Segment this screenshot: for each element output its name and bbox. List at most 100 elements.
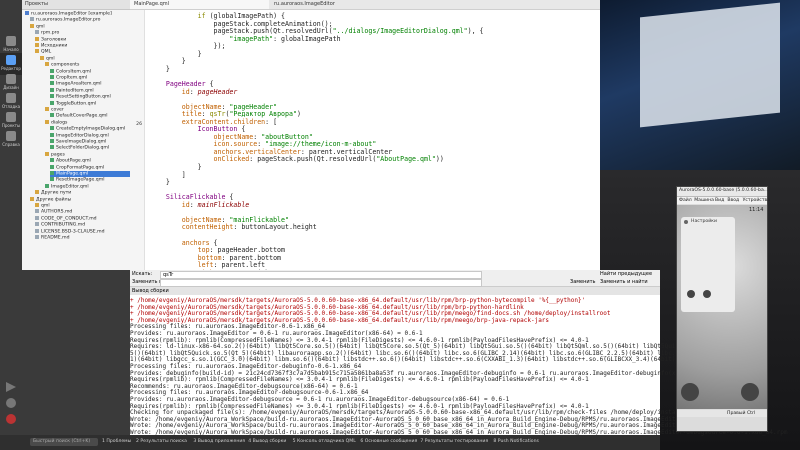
output-tab[interactable]: 8 Push Notifications: [493, 439, 539, 444]
tree-item[interactable]: CreateEmptyImageDialog.qml: [50, 126, 130, 132]
tree-item[interactable]: qml: [35, 203, 130, 209]
stop-icon[interactable]: [6, 414, 16, 424]
gear-icon[interactable]: [703, 290, 711, 298]
code-token: "../dialogs/ImageEditorDialog.qml": [332, 27, 468, 36]
code-token: :: [189, 87, 198, 96]
tree-item[interactable]: ToggleButton.qml: [50, 100, 130, 107]
emulator-menu-item[interactable]: Устройства: [743, 198, 770, 203]
tree-item-label: CreateEmptyImageDialog.qml: [56, 126, 126, 132]
bluetooth-icon[interactable]: [687, 290, 695, 298]
tree-item[interactable]: pages: [45, 151, 130, 158]
tree-item-label: ColorsItem.qml: [56, 69, 91, 75]
find-input[interactable]: qsTr: [160, 271, 482, 279]
tree-item[interactable]: LICENSE.BSD-3-CLAUSE.md: [35, 228, 130, 235]
emulator-window[interactable]: AuroraOS-5.0.0.60-base (5.0.0.60-ba... Ф…: [676, 186, 770, 432]
replace-input[interactable]: [160, 279, 482, 287]
device-screen[interactable]: 11:14 Настройки: [677, 205, 767, 409]
run-icon[interactable]: [6, 382, 16, 392]
tree-item[interactable]: Другие пути: [35, 190, 130, 196]
code-token: }: [150, 178, 170, 187]
debug-run-icon[interactable]: [6, 398, 16, 408]
tree-item-label: CropFormatPage.qml: [56, 165, 105, 171]
tree-item[interactable]: ColorsItem.qml: [50, 68, 130, 75]
emulator-titlebar: AuroraOS-5.0.0.60-base (5.0.0.60-ba...: [677, 187, 768, 197]
tree-item[interactable]: CONTRIBUTING.md: [35, 222, 130, 228]
output-tab[interactable]: 2 Результаты поиска: [136, 439, 187, 444]
file-icon: [35, 30, 39, 35]
tree-item[interactable]: ResetSettingButton.qml: [50, 94, 130, 100]
code-editor[interactable]: MainPage.qml ru.auroraos.ImageEditor 26 …: [130, 0, 600, 277]
folder-icon: [45, 107, 49, 111]
project-icon: [25, 11, 29, 15]
tree-item[interactable]: ResetImagePage.qml: [50, 177, 130, 183]
output-tab[interactable]: 3 Вывод приложения: [193, 439, 245, 444]
tree-item[interactable]: ru.auroraos.ImageEditor.pro: [30, 17, 130, 23]
emulator-menu-item[interactable]: Файл: [679, 198, 692, 203]
output-tab[interactable]: 5 Консоль отладчика QML: [293, 439, 356, 444]
tab-project[interactable]: ru.auroraos.ImageEditor: [270, 0, 424, 9]
qml-icon: [50, 75, 54, 79]
tree-item[interactable]: ImageEditor.qml: [45, 183, 130, 190]
tree-item[interactable]: PaintedItem.qml: [50, 87, 130, 94]
tree-item[interactable]: README.md: [35, 235, 130, 241]
code-token: : globalImagePath: [273, 34, 341, 43]
mode-help[interactable]: Справка: [0, 129, 22, 151]
output-tab[interactable]: 1 Проблемы: [102, 439, 131, 444]
tree-item-label: components: [51, 62, 80, 68]
tab-mainpage[interactable]: MainPage.qml: [130, 0, 269, 9]
tree-item[interactable]: components: [45, 62, 130, 68]
tree-item[interactable]: SaveImageDialog.qml: [50, 139, 130, 145]
output-tab[interactable]: 6 Основные сообщения: [360, 439, 417, 444]
mode-label: Отладка: [1, 104, 21, 109]
emulator-menu-item[interactable]: Вид: [715, 198, 724, 203]
find-previous-button[interactable]: Найти предыдущее: [600, 271, 652, 277]
tree-item[interactable]: AboutPage.qml: [50, 158, 130, 164]
host-key-label: Правый Ctrl: [727, 411, 756, 416]
tree-item[interactable]: qml: [40, 55, 130, 62]
tree-item[interactable]: rpm.pro: [35, 30, 130, 36]
output-tab[interactable]: 7 Результаты тестирования: [420, 439, 488, 444]
tree-item[interactable]: ImageAreaItem.qml: [50, 81, 130, 87]
code-token: mainFlickable: [197, 200, 250, 209]
tree-item[interactable]: dialogs: [45, 119, 130, 126]
tree-item[interactable]: qml: [30, 23, 130, 30]
quick-search-input[interactable]: Быстрый поиск (Ctrl+K): [30, 438, 98, 446]
tree-item[interactable]: DefaultCoverPage.qml: [50, 113, 130, 119]
qml-icon: [50, 68, 54, 73]
tree-item[interactable]: QML: [35, 49, 130, 55]
qml-icon: [50, 158, 54, 163]
tree-item-label: Другие пути: [41, 190, 72, 196]
tree-item-label: AboutPage.qml: [56, 158, 91, 164]
tree-item[interactable]: Заголовки: [35, 36, 130, 43]
emulator-menu-item[interactable]: Машина: [694, 198, 714, 203]
emulator-menu-item[interactable]: Ввод: [727, 198, 739, 203]
tree-item[interactable]: Исходники: [35, 43, 130, 49]
replace-button[interactable]: Заменить: [570, 279, 596, 285]
code-line: }: [150, 65, 170, 73]
tree-item[interactable]: Другие файлы: [30, 196, 130, 203]
tree-item-label: qml: [36, 24, 45, 30]
tree-item[interactable]: CropItem.qml: [50, 75, 130, 81]
tree-item[interactable]: CropFormatPage.qml: [50, 164, 130, 171]
replace-find-button[interactable]: Заменить и найти: [600, 279, 648, 285]
tree-item[interactable]: AUTHORS.md: [35, 209, 130, 215]
tree-item[interactable]: ru.auroraos.ImageEditor [example]: [25, 11, 130, 17]
settings-shortcut-icon[interactable]: [741, 383, 759, 401]
home-icon: [6, 36, 16, 46]
tree-item[interactable]: SelectFolderDialog.qml: [50, 145, 130, 151]
tree-item[interactable]: MainPage.qml: [50, 171, 130, 177]
code-token: onClicked: [213, 155, 250, 164]
tree-item[interactable]: cover: [45, 107, 130, 113]
qml-icon: [45, 183, 49, 188]
output-tab[interactable]: 4 Вывод сборки: [248, 439, 286, 444]
mode-label: Редактор: [1, 66, 21, 71]
tree-item[interactable]: CODE_OF_CONDUCT.md: [35, 215, 130, 222]
find-value: qsTr: [163, 272, 174, 278]
debug-icon: [6, 93, 16, 103]
code-token: id: [181, 87, 190, 96]
code-token: }: [150, 64, 170, 73]
tree-item-label: CODE_OF_CONDUCT.md: [41, 216, 97, 222]
tree-item[interactable]: ImageEditorDialog.qml: [50, 132, 130, 139]
mode-label: Начало: [3, 47, 19, 52]
apps-icon[interactable]: [681, 383, 699, 401]
